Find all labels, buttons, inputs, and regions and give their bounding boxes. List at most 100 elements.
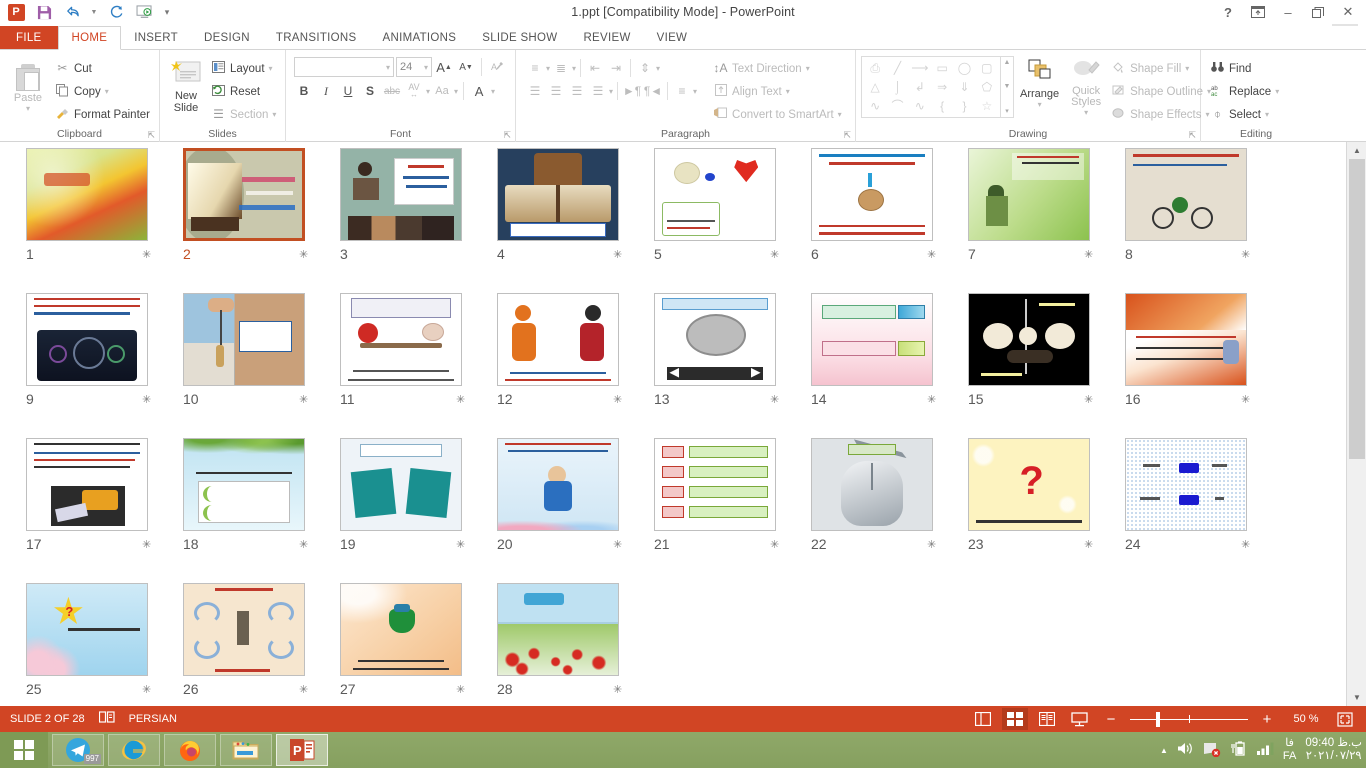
slide-cell[interactable]: 4✳: [485, 148, 642, 293]
tab-file[interactable]: FILE: [0, 26, 58, 49]
fit-slide-to-window-button[interactable]: [1332, 708, 1358, 730]
slide-thumbnail-7[interactable]: [968, 148, 1090, 241]
format-painter-button[interactable]: Format Painter: [51, 104, 154, 125]
slide-thumbnail-18[interactable]: [183, 438, 305, 531]
animation-star-icon[interactable]: ✳: [299, 683, 308, 696]
shape-rectangle-icon[interactable]: ▭: [931, 59, 953, 78]
animation-star-icon[interactable]: ✳: [456, 393, 465, 406]
section-button[interactable]: ☰ Section ▾: [207, 104, 280, 125]
language-switcher[interactable]: فا FA: [1283, 737, 1296, 763]
rtl-direction-button[interactable]: ¶◄: [643, 81, 663, 101]
vertical-scrollbar[interactable]: ▲ ▼: [1346, 142, 1366, 706]
slide-thumbnail-16[interactable]: [1125, 293, 1247, 386]
zoom-slider-handle[interactable]: [1156, 712, 1160, 727]
layout-button[interactable]: Layout ▾: [207, 58, 280, 79]
paragraph-dialog-launcher[interactable]: ⇱: [843, 130, 851, 141]
font-dialog-launcher[interactable]: ⇱: [503, 130, 511, 141]
slide-thumbnail-13[interactable]: [654, 293, 776, 386]
slide-cell[interactable]: 11✳: [328, 293, 485, 438]
shape-triangle-icon[interactable]: △: [864, 78, 886, 97]
slide-thumbnail-14[interactable]: [811, 293, 933, 386]
quick-styles-button[interactable]: Quick Styles ▾: [1065, 54, 1107, 119]
shapes-gallery-scrollbar[interactable]: ▲ ▼ ▾: [1001, 56, 1014, 118]
replace-button[interactable]: abac Replace ▾: [1206, 81, 1283, 102]
increase-indent-button[interactable]: ⇥: [606, 58, 626, 78]
line-spacing-button[interactable]: ⇕: [635, 58, 655, 78]
align-center-button[interactable]: ☰: [546, 81, 566, 101]
slide-thumbnail-15[interactable]: [968, 293, 1090, 386]
taskbar-item-firefox[interactable]: [164, 734, 216, 766]
animation-star-icon[interactable]: ✳: [456, 683, 465, 696]
slide-thumbnail-2[interactable]: [183, 148, 305, 241]
paste-button[interactable]: Paste ▾: [5, 54, 51, 127]
slide-cell[interactable]: 21✳: [642, 438, 799, 583]
slide-cell[interactable]: 14✳: [799, 293, 956, 438]
animation-star-icon[interactable]: ✳: [927, 248, 936, 261]
reset-button[interactable]: Reset: [207, 81, 280, 102]
increase-font-size-button[interactable]: A▲: [434, 57, 454, 77]
help-icon[interactable]: ?: [1214, 2, 1242, 22]
tab-animations[interactable]: ANIMATIONS: [370, 26, 470, 49]
zoom-slider[interactable]: [1130, 708, 1248, 730]
shape-line-icon[interactable]: ╱: [886, 59, 908, 78]
copy-button[interactable]: Copy ▾: [51, 81, 154, 102]
shape-rounded-rect-icon[interactable]: ▢: [976, 59, 998, 78]
slide-cell[interactable]: 24✳: [1113, 438, 1270, 583]
font-size-input[interactable]: 24 ▾: [396, 57, 432, 77]
animation-star-icon[interactable]: ✳: [613, 393, 622, 406]
shape-down-arrow-icon[interactable]: ⇓: [953, 78, 975, 97]
justify-button[interactable]: ☰: [588, 81, 608, 101]
view-slide-sorter-button[interactable]: [1002, 708, 1028, 730]
columns-button[interactable]: ≡: [672, 81, 692, 101]
slide-thumbnail-12[interactable]: [497, 293, 619, 386]
tab-design[interactable]: DESIGN: [191, 26, 263, 49]
tab-review[interactable]: REVIEW: [570, 26, 643, 49]
slide-thumbnail-3[interactable]: [340, 148, 462, 241]
slide-cell[interactable]: 1✳: [14, 148, 171, 293]
zoom-in-button[interactable]: +: [1254, 708, 1280, 730]
slide-thumbnail-25[interactable]: ?: [26, 583, 148, 676]
scroll-up-button[interactable]: ▲: [1347, 142, 1366, 159]
shapes-scroll-up-icon[interactable]: ▲: [1004, 59, 1011, 66]
animation-star-icon[interactable]: ✳: [770, 538, 779, 551]
shapes-gallery[interactable]: ⎙ ╱ ⟶ ▭ ◯ ▢ △ ⌡ ↲ ⇒ ⇓ ⬠ ∿ ⌒ ∿ { }: [861, 56, 1001, 118]
language-indicator[interactable]: PERSIAN: [129, 713, 177, 725]
animation-star-icon[interactable]: ✳: [1241, 248, 1250, 261]
slide-thumbnail-8[interactable]: [1125, 148, 1247, 241]
show-hidden-icons-button[interactable]: ▲: [1160, 746, 1168, 755]
shape-right-arrow-icon[interactable]: ⇒: [931, 78, 953, 97]
clear-formatting-button[interactable]: A: [487, 57, 507, 77]
drawing-dialog-launcher[interactable]: ⇱: [1188, 130, 1196, 141]
slide-cell[interactable]: 22✳: [799, 438, 956, 583]
shape-elbow-arrow-icon[interactable]: ↲: [909, 78, 931, 97]
slide-cell[interactable]: 10✳: [171, 293, 328, 438]
align-right-button[interactable]: ☰: [567, 81, 587, 101]
numbering-button[interactable]: ≣: [551, 58, 571, 78]
animation-star-icon[interactable]: ✳: [1084, 248, 1093, 261]
animation-star-icon[interactable]: ✳: [142, 538, 151, 551]
network-error-icon[interactable]: [1203, 741, 1221, 760]
zoom-level[interactable]: 50 %: [1286, 713, 1326, 725]
shape-right-brace-icon[interactable]: }: [953, 96, 975, 115]
slide-cell[interactable]: 27✳: [328, 583, 485, 706]
animation-star-icon[interactable]: ✳: [456, 538, 465, 551]
taskbar-item-powerpoint[interactable]: P: [276, 734, 328, 766]
slide-thumbnail-6[interactable]: [811, 148, 933, 241]
slide-cell[interactable]: 26✳: [171, 583, 328, 706]
shape-fill-button[interactable]: Shape Fill ▾: [1107, 58, 1215, 79]
shape-elbow-connector-icon[interactable]: ⌡: [886, 78, 908, 97]
italic-button[interactable]: I: [316, 81, 336, 101]
minimize-button[interactable]: –: [1274, 2, 1302, 22]
decrease-indent-button[interactable]: ⇤: [585, 58, 605, 78]
shapes-more-icon[interactable]: ▾: [1005, 107, 1009, 115]
slide-cell[interactable]: 17✳: [14, 438, 171, 583]
bullets-button[interactable]: ≡: [525, 58, 545, 78]
shape-scribble-icon[interactable]: ∿: [864, 96, 886, 115]
decrease-font-size-button[interactable]: A▼: [456, 57, 476, 77]
text-direction-button[interactable]: ↕A Text Direction ▾: [709, 58, 846, 79]
tab-home[interactable]: HOME: [58, 26, 122, 50]
slide-thumbnail-26[interactable]: [183, 583, 305, 676]
slide-thumbnail-17[interactable]: [26, 438, 148, 531]
arrange-button[interactable]: Arrange ▾: [1014, 54, 1065, 111]
notes-icon[interactable]: [99, 711, 115, 727]
